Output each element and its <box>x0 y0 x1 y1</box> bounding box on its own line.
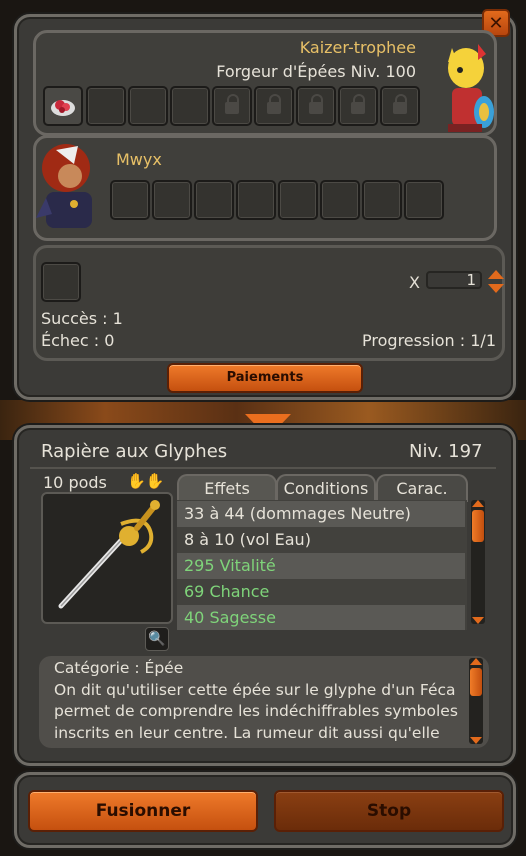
crafter-name: Kaizer-trophee <box>299 38 416 57</box>
description-text: Catégorie : Épée On dit qu'utiliser cett… <box>54 658 466 744</box>
two-hands-icon: ✋✋ <box>127 472 165 490</box>
description-scrollbar[interactable] <box>469 658 483 744</box>
fuse-button[interactable]: Fusionner <box>28 790 258 832</box>
effect-row: 40 Sagesse <box>177 605 465 630</box>
client-name: Mwyx <box>116 150 162 169</box>
payments-button[interactable]: Paiements <box>167 363 363 393</box>
rapier-icon <box>58 500 160 609</box>
recipe-slot[interactable] <box>170 86 210 126</box>
result-slot[interactable] <box>41 262 81 302</box>
success-count: Succès : 1 <box>41 309 123 328</box>
stop-button[interactable]: Stop <box>274 790 504 832</box>
scroll-down-icon[interactable] <box>470 737 482 744</box>
progress-text: Progression : 1/1 <box>362 331 496 350</box>
client-slot[interactable] <box>236 180 276 220</box>
client-slot[interactable] <box>320 180 360 220</box>
scroll-thumb[interactable] <box>470 668 482 696</box>
client-slot[interactable] <box>278 180 318 220</box>
effects-list: 33 à 44 (dommages Neutre) 8 à 10 (vol Ea… <box>177 500 467 630</box>
decrease-arrow-icon[interactable] <box>488 284 504 293</box>
locked-slot <box>212 86 252 126</box>
description-line: permet de comprendre les indéchiffrables… <box>54 702 458 720</box>
recipe-slot[interactable] <box>128 86 168 126</box>
description-line: Catégorie : Épée <box>54 659 184 677</box>
client-slot[interactable] <box>110 180 150 220</box>
effect-row: 295 Vitalité <box>177 553 465 579</box>
quantity-label: X <box>409 273 420 292</box>
zoom-icon[interactable]: 🔍 <box>145 627 169 651</box>
client-avatar <box>36 144 92 228</box>
client-slot[interactable] <box>152 180 192 220</box>
client-slot[interactable] <box>362 180 402 220</box>
effects-scrollbar[interactable] <box>471 500 485 624</box>
locked-slot <box>254 86 294 126</box>
item-name: Rapière aux Glyphes <box>41 441 228 462</box>
tab-carac[interactable]: Carac. <box>376 474 468 502</box>
effect-row: 33 à 44 (dommages Neutre) <box>177 501 465 527</box>
locked-slot <box>380 86 420 126</box>
locked-slot <box>338 86 378 126</box>
recipe-slot[interactable] <box>43 86 83 126</box>
crafter-job: Forgeur d'Épées Niv. 100 <box>216 62 416 81</box>
scroll-up-icon[interactable] <box>470 658 482 665</box>
description-box: Catégorie : Épée On dit qu'utiliser cett… <box>39 656 489 748</box>
effect-row: 8 à 10 (vol Eau) <box>184 530 311 549</box>
item-image-frame <box>41 492 173 624</box>
increase-arrow-icon[interactable] <box>488 270 504 279</box>
locked-slot <box>296 86 336 126</box>
tab-effects[interactable]: Effets <box>177 474 277 502</box>
scroll-thumb[interactable] <box>472 510 484 542</box>
divider <box>30 467 496 469</box>
quantity-input[interactable]: 1 <box>426 271 482 289</box>
item-weight: 10 pods <box>43 473 107 492</box>
tab-conditions[interactable]: Conditions <box>276 474 376 502</box>
scroll-down-icon[interactable] <box>472 617 484 624</box>
item-level: Niv. 197 <box>409 441 483 462</box>
failure-count: Échec : 0 <box>41 331 115 350</box>
description-line: inscrits en leur centre. La rumeur dit a… <box>54 723 440 742</box>
red-ingredient-icon <box>51 100 75 116</box>
client-slot[interactable] <box>404 180 444 220</box>
client-slot[interactable] <box>194 180 234 220</box>
effect-row: 69 Chance <box>184 582 270 601</box>
scroll-up-icon[interactable] <box>472 500 484 507</box>
recipe-slot[interactable] <box>86 86 126 126</box>
crafter-avatar <box>448 44 494 132</box>
description-line: On dit qu'utiliser cette épée sur le gly… <box>54 680 456 699</box>
